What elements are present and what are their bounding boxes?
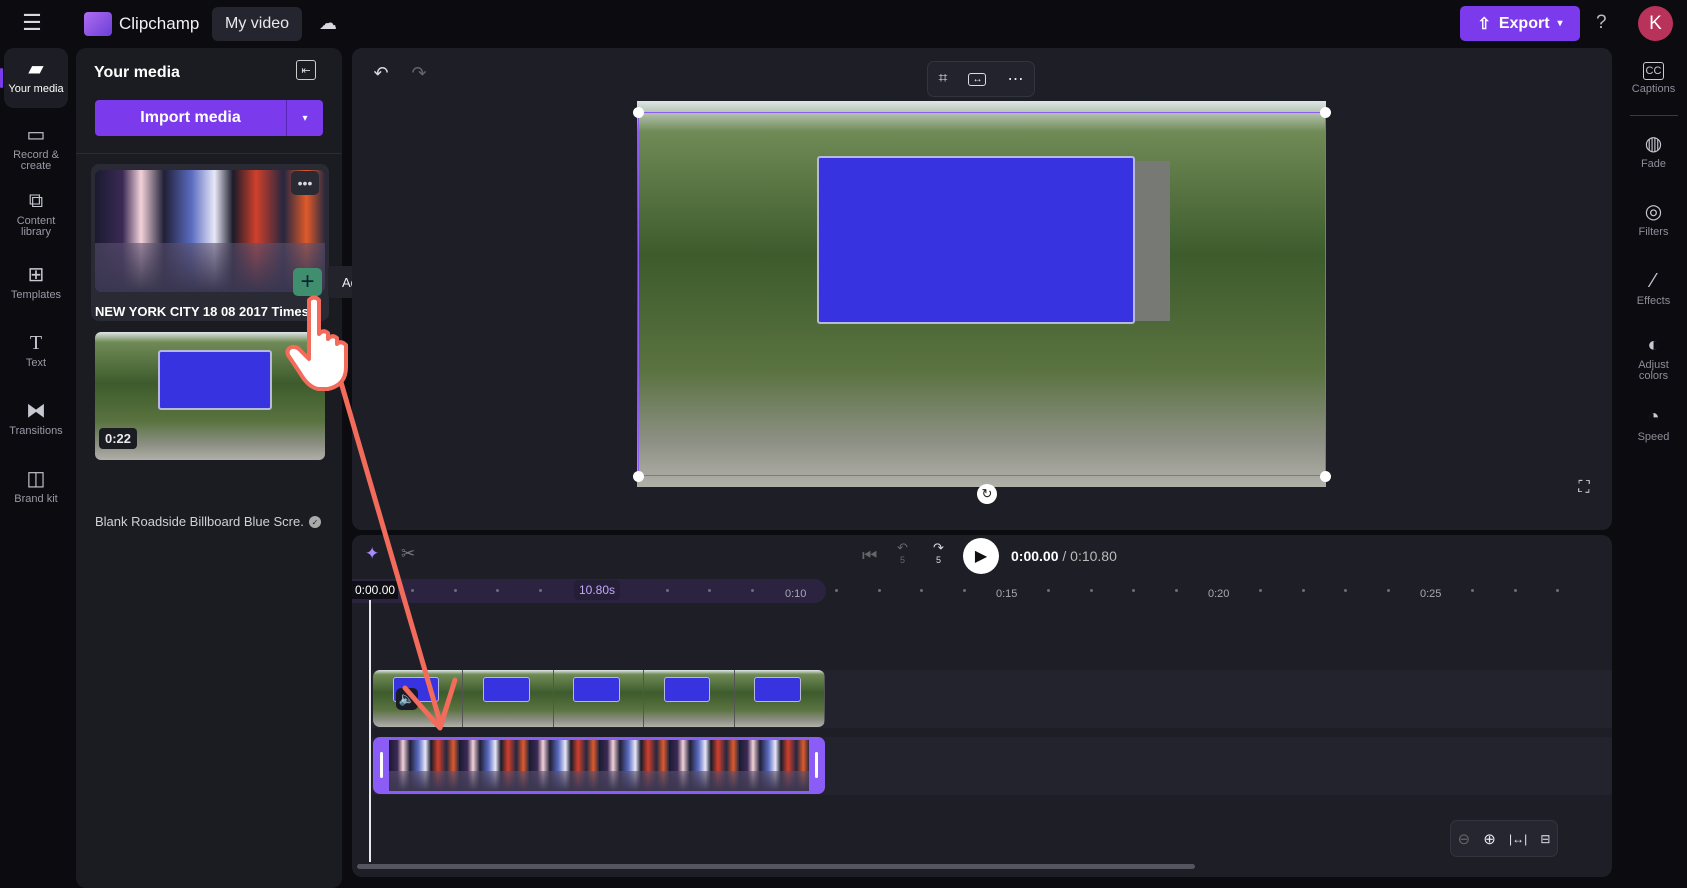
- hand-cursor-icon: [285, 295, 348, 391]
- annotation-overlay: [285, 295, 458, 731]
- annotation-arrow: [335, 369, 443, 725]
